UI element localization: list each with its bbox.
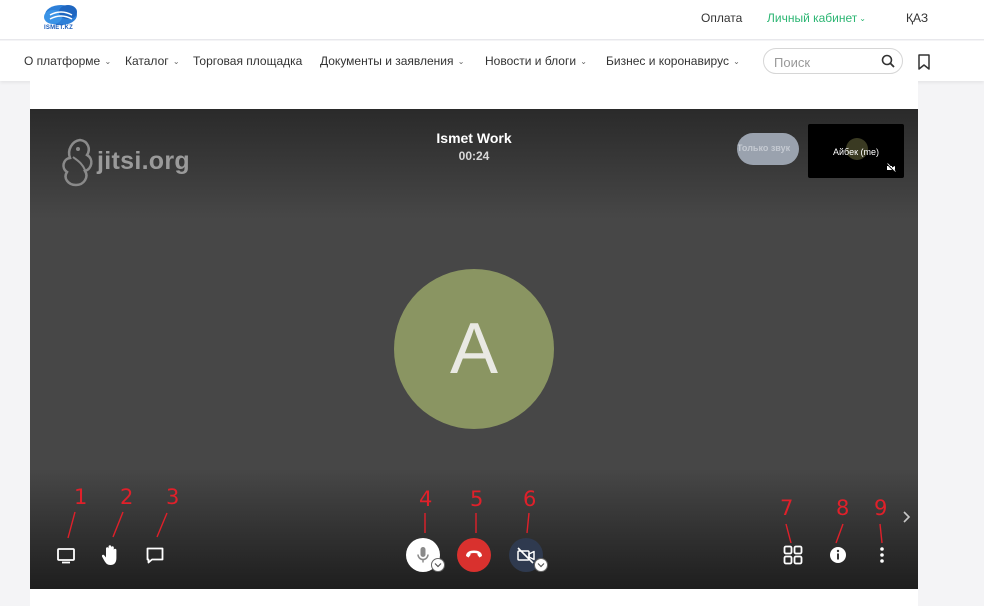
bookmark-icon[interactable] bbox=[917, 54, 931, 70]
raise-hand-icon[interactable] bbox=[97, 541, 125, 569]
annotation-9: 9 bbox=[874, 496, 888, 520]
annotation-2: 2 bbox=[120, 485, 134, 509]
cabinet-link[interactable]: Личный кабинет ⌄ bbox=[767, 11, 866, 25]
top-header: ISMET.KZ Оплата Личный кабинет ⌄ ҚАЗ bbox=[0, 0, 984, 40]
info-icon[interactable] bbox=[824, 541, 852, 569]
logo-text: ISMET.KZ bbox=[44, 25, 73, 31]
cabinet-label: Личный кабинет bbox=[767, 11, 858, 25]
nav-item-marketplace[interactable]: Торговая площадка bbox=[193, 54, 302, 68]
self-view-label: Айбек (me) bbox=[832, 147, 880, 157]
nav-item-label: Новости и блоги bbox=[485, 54, 577, 68]
audio-only-indicator: Только звук bbox=[737, 133, 799, 165]
annotation-4: 4 bbox=[419, 487, 433, 511]
hangup-button[interactable] bbox=[457, 538, 491, 572]
page: ISMET.KZ Оплата Личный кабинет ⌄ ҚАЗ О пл… bbox=[0, 0, 984, 606]
nav-item-label: Бизнес и коронавирус bbox=[606, 54, 729, 68]
nav-item-label: О платформе bbox=[24, 54, 101, 68]
tile-view-icon[interactable] bbox=[779, 541, 807, 569]
annotation-6: 6 bbox=[523, 487, 537, 511]
annotation-3: 3 bbox=[166, 485, 180, 509]
chevron-down-icon: ⌄ bbox=[730, 57, 740, 66]
nav-item-label: Документы и заявления bbox=[320, 54, 454, 68]
microphone-icon bbox=[417, 547, 429, 563]
hangup-icon bbox=[466, 550, 482, 558]
nav-item-label: Торговая площадка bbox=[193, 54, 303, 68]
microphone-options-button[interactable] bbox=[431, 558, 445, 572]
camera-options-button[interactable] bbox=[534, 558, 548, 572]
more-options-icon[interactable] bbox=[868, 541, 896, 569]
main-nav: О платформе ⌄ Каталог ⌄ Торговая площадк… bbox=[0, 41, 984, 81]
search-input[interactable] bbox=[774, 53, 874, 71]
self-view-tile[interactable]: Айбек (me) bbox=[808, 124, 904, 178]
nav-item-news[interactable]: Новости и блоги ⌄ bbox=[485, 54, 587, 68]
participant-avatar: A bbox=[394, 269, 554, 429]
language-switch[interactable]: ҚАЗ bbox=[906, 11, 928, 25]
annotation-7: 7 bbox=[780, 496, 794, 520]
annotation-5: 5 bbox=[470, 487, 484, 511]
nav-item-about[interactable]: О платформе ⌄ bbox=[24, 54, 111, 68]
annotation-1: 1 bbox=[74, 485, 88, 509]
nav-item-label: Каталог bbox=[125, 54, 169, 68]
search-icon[interactable] bbox=[881, 54, 895, 68]
nav-item-catalog[interactable]: Каталог ⌄ bbox=[125, 54, 180, 68]
search-box bbox=[763, 48, 903, 74]
camera-off-icon bbox=[517, 547, 535, 564]
chevron-down-icon: ⌄ bbox=[578, 57, 587, 66]
chevron-down-icon: ⌄ bbox=[102, 57, 112, 66]
chat-icon[interactable] bbox=[141, 541, 169, 569]
payment-link[interactable]: Оплата bbox=[701, 11, 742, 25]
nav-item-documents[interactable]: Документы и заявления ⌄ bbox=[320, 54, 464, 68]
chevron-right-icon[interactable] bbox=[900, 510, 912, 524]
screen-share-icon[interactable] bbox=[52, 541, 80, 569]
audio-only-label: Только звук bbox=[737, 143, 791, 153]
camera-muted-icon bbox=[886, 163, 896, 173]
chevron-down-icon: ⌄ bbox=[170, 57, 180, 66]
annotation-8: 8 bbox=[836, 496, 850, 520]
chevron-down-icon: ⌄ bbox=[859, 14, 866, 23]
chevron-down-icon bbox=[434, 563, 442, 568]
chevron-down-icon: ⌄ bbox=[455, 57, 465, 66]
chevron-down-icon bbox=[537, 563, 545, 568]
nav-item-business[interactable]: Бизнес и коронавирус ⌄ bbox=[606, 54, 740, 68]
